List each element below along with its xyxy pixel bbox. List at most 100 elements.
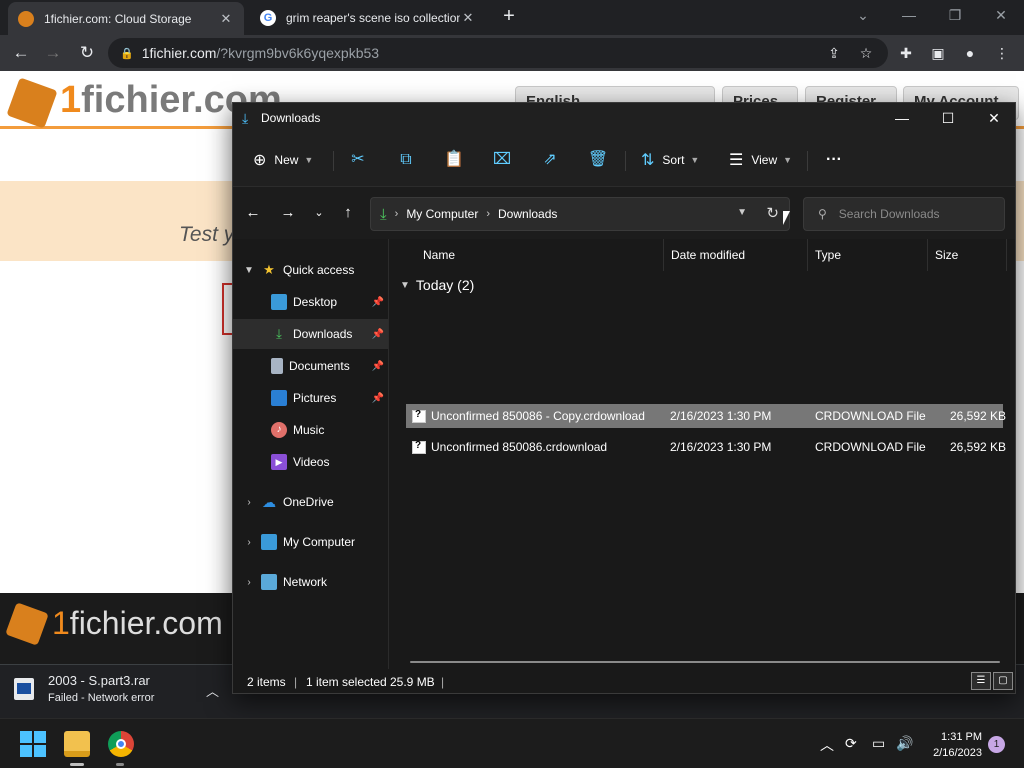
minimize-icon[interactable]: — [879, 103, 925, 133]
file-row[interactable]: Unconfirmed 850086.crdownload 2/16/2023 … [406, 435, 1006, 459]
chevron-right-icon[interactable]: › [241, 577, 257, 588]
download-options-chevron-icon[interactable]: ︿ [206, 681, 219, 700]
address-bar[interactable]: 🔒 1fichier.com /?kvrgm9bv6k6yqexpkb53 [108, 38, 888, 68]
chrome-menu-icon[interactable]: ⋮ [992, 43, 1012, 63]
file-row[interactable]: Unconfirmed 850086 - Copy.crdownload 2/1… [406, 404, 1006, 428]
bookmark-star-icon[interactable]: ☆ [856, 43, 876, 63]
pin-icon[interactable]: 📌 [372, 329, 384, 340]
maximize-icon[interactable]: ☐ [925, 103, 971, 133]
desktop-icon [271, 294, 287, 310]
column-header-type[interactable]: Type [807, 239, 928, 271]
volume-icon[interactable]: 🔊 [896, 735, 913, 752]
explorer-title-bar[interactable]: ⤓ Downloads — ☐ ✕ [233, 103, 1015, 133]
plus-circle-icon: ⊕ [253, 152, 267, 169]
sidebar-item-my-computer[interactable]: › My Computer [233, 527, 388, 557]
profile-avatar-icon[interactable]: ● [960, 43, 980, 63]
side-panel-icon[interactable]: ▣ [928, 43, 948, 63]
back-icon[interactable]: ← [8, 40, 34, 66]
sort-button[interactable]: ⇅ Sort ▼ [641, 147, 699, 173]
view-list-icon: ☰ [729, 152, 744, 169]
download-item[interactable]: 2003 - S.part3.rar Failed - Network erro… [14, 673, 154, 704]
group-header-today[interactable]: ▼ Today (2) [400, 277, 474, 293]
rename-icon[interactable]: ⌧ [491, 149, 513, 171]
sidebar-item-videos[interactable]: ▶ Videos [233, 447, 388, 477]
address-dropdown-chevron-icon[interactable]: ▼ [737, 207, 747, 218]
star-icon: ★ [263, 262, 275, 277]
close-icon[interactable]: ✕ [971, 103, 1017, 133]
address-bar[interactable]: ⤓ › My Computer › Downloads ▼ ↻ [370, 197, 790, 231]
chevron-right-icon[interactable]: › [241, 537, 257, 548]
close-tab-icon[interactable]: ✕ [218, 11, 234, 27]
system-clock[interactable]: 1:31 PM 2/16/2023 [924, 729, 982, 761]
recent-locations-chevron-icon[interactable]: ⌄ [309, 203, 329, 223]
google-favicon-icon: G [260, 9, 276, 26]
new-button[interactable]: ⊕ New ▼ [253, 147, 313, 173]
close-window-icon[interactable]: ✕ [978, 0, 1024, 32]
view-button[interactable]: ☰ View ▼ [729, 147, 792, 173]
column-header-size[interactable]: Size [927, 239, 1007, 271]
search-box[interactable]: ⚲ [803, 197, 1005, 231]
mouse-cursor-icon [783, 211, 790, 225]
show-hidden-icons-chevron-icon[interactable]: ︿ [820, 735, 834, 755]
sidebar-item-onedrive[interactable]: › ☁ OneDrive [233, 487, 388, 517]
lock-icon[interactable]: 🔒 [120, 47, 134, 60]
horizontal-scrollbar[interactable] [410, 661, 1000, 663]
refresh-icon[interactable]: ↻ [766, 204, 779, 222]
share-icon[interactable]: ⇗ [539, 149, 561, 171]
cut-icon[interactable]: ✂ [347, 149, 369, 171]
chevron-right-icon[interactable]: › [395, 208, 399, 220]
paste-icon[interactable]: 📋 [443, 149, 465, 171]
notification-badge[interactable]: 1 [988, 736, 1005, 753]
extensions-icon[interactable]: ✚ [896, 43, 916, 63]
sidebar-item-downloads[interactable]: ⤓ Downloads 📌 [233, 319, 388, 349]
pin-icon[interactable]: 📌 [372, 361, 384, 372]
divider [333, 151, 334, 171]
chevron-right-icon[interactable]: › [241, 497, 257, 508]
clock-date: 2/16/2023 [933, 747, 982, 759]
sidebar-item-documents[interactable]: Documents 📌 [233, 351, 388, 381]
tab-1fichier[interactable]: 1fichier.com: Cloud Storage ✕ [8, 2, 244, 35]
network-display-icon[interactable]: ▭ [872, 735, 885, 752]
reload-icon[interactable]: ↻ [74, 40, 100, 66]
tab-search-chevron-icon[interactable]: ⌄ [840, 0, 886, 32]
breadcrumb-downloads[interactable]: Downloads [498, 207, 557, 221]
chevron-down-icon[interactable]: ▼ [400, 280, 410, 291]
divider [807, 151, 808, 171]
close-tab-icon[interactable]: ✕ [460, 10, 476, 26]
new-tab-button[interactable]: + [498, 6, 520, 28]
sidebar-item-music[interactable]: ♪ Music [233, 415, 388, 445]
chevron-down-icon: ▼ [690, 155, 700, 165]
large-icons-view-icon[interactable]: ▢ [993, 672, 1013, 690]
chevron-down-icon[interactable]: ▼ [241, 265, 257, 276]
column-header-date-modified[interactable]: Date modified [663, 239, 808, 271]
copy-icon[interactable]: ⧉ [395, 149, 417, 171]
back-icon[interactable]: ← [243, 203, 263, 223]
chrome-taskbar-icon[interactable] [108, 731, 134, 757]
more-options-icon[interactable]: ··· [823, 149, 845, 171]
chevron-right-icon[interactable]: › [486, 208, 490, 220]
forward-icon[interactable]: → [40, 40, 66, 66]
up-icon[interactable]: ↑ [338, 203, 358, 223]
column-header-name[interactable]: Name [415, 239, 664, 271]
minimize-icon[interactable]: — [886, 0, 932, 32]
download-status: Failed - Network error [48, 692, 155, 704]
details-view-icon[interactable]: ☰ [971, 672, 991, 690]
search-input[interactable] [838, 207, 989, 221]
delete-icon[interactable]: 🗑 [587, 149, 609, 171]
sidebar-item-network[interactable]: › Network [233, 567, 388, 597]
start-windows-icon[interactable] [20, 731, 46, 757]
share-icon[interactable]: ⇪ [824, 43, 844, 63]
navigation-bar: ← → ⌄ ↑ ⤓ › My Computer › Downloads ▼ ↻ … [233, 187, 1015, 239]
sidebar-item-pictures[interactable]: Pictures 📌 [233, 383, 388, 413]
sidebar-item-quick-access[interactable]: ▼ ★ Quick access [233, 255, 388, 285]
file-explorer-taskbar-icon[interactable] [64, 731, 90, 757]
pin-icon[interactable]: 📌 [372, 297, 384, 308]
pin-icon[interactable]: 📌 [372, 393, 384, 404]
sidebar-item-desktop[interactable]: Desktop 📌 [233, 287, 388, 317]
restore-icon[interactable]: ❐ [932, 0, 978, 32]
chevron-down-icon: ▼ [304, 155, 314, 165]
breadcrumb-my-computer[interactable]: My Computer [406, 207, 478, 221]
sync-icon[interactable]: ⟳ [845, 735, 857, 752]
forward-icon[interactable]: → [278, 203, 298, 223]
tab-google-search[interactable]: G grim reaper's scene iso collection ✕ [250, 0, 486, 35]
